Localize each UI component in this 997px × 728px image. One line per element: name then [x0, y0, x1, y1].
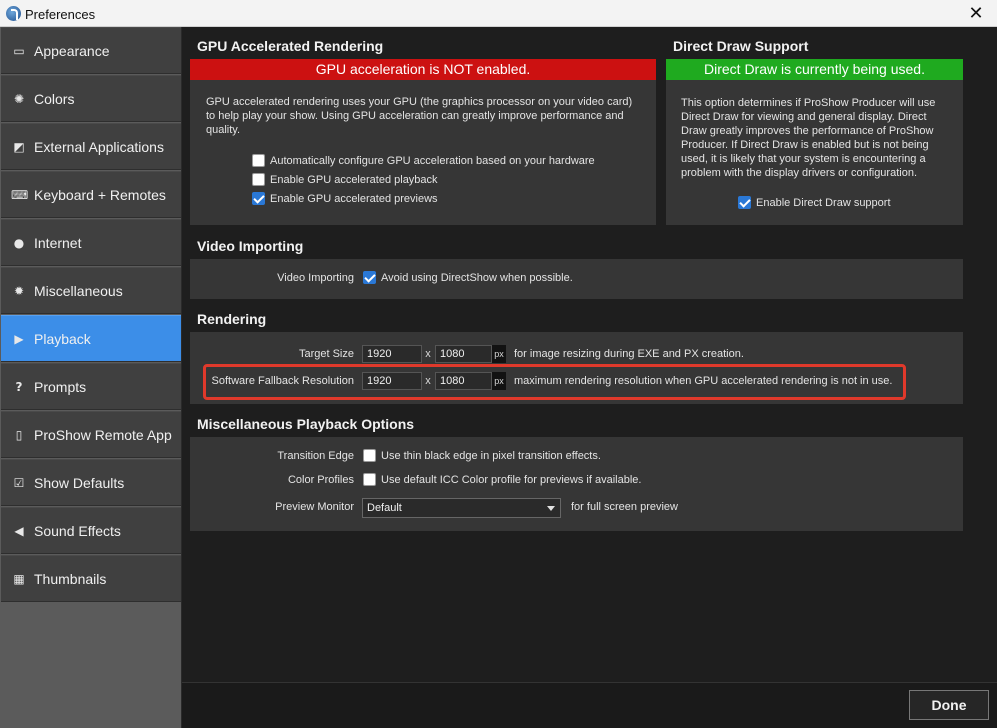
sidebar-item-sound-effects[interactable]: ◀ Sound Effects — [1, 507, 181, 554]
sidebar-item-label: Appearance — [34, 43, 110, 59]
color-profiles-checkbox[interactable] — [363, 473, 376, 486]
done-button[interactable]: Done — [909, 690, 989, 720]
thumbnail-icon: ▦ — [13, 572, 25, 586]
rendering-section-title: Rendering — [197, 311, 267, 327]
remote-icon: ▯ — [15, 428, 23, 442]
transition-edge-label: Transition Edge — [277, 450, 354, 462]
gpu-previews-checkbox[interactable] — [252, 192, 265, 205]
gpu-description: GPU accelerated rendering uses your GPU … — [206, 96, 633, 136]
question-icon: ? — [15, 380, 23, 394]
sidebar-item-external-applications[interactable]: ◩ External Applications — [1, 123, 181, 170]
transition-edge-option: Use thin black edge in pixel transition … — [381, 450, 601, 462]
close-icon[interactable]: ✕ — [959, 0, 993, 27]
direct-draw-description: This option determines if ProShow Produc… — [681, 97, 936, 179]
direct-draw-section-title: Direct Draw Support — [673, 38, 809, 54]
gear-icon: ✹ — [13, 284, 25, 298]
globe-icon: ● — [13, 236, 25, 250]
sidebar-item-label: Prompts — [34, 379, 87, 395]
preferences-content: GPU Accelerated Rendering GPU accelerati… — [182, 27, 997, 682]
unit-label: px — [492, 345, 506, 363]
speaker-icon: ◀ — [14, 524, 24, 538]
video-importing-section-title: Video Importing — [197, 238, 304, 254]
sidebar-item-label: Playback — [34, 331, 91, 347]
sidebar-item-label: Sound Effects — [34, 523, 121, 539]
direct-draw-label: Enable Direct Draw support — [756, 197, 891, 209]
sidebar-item-label: Miscellaneous — [34, 283, 123, 299]
preview-monitor-select[interactable]: Default — [362, 498, 561, 518]
sidebar-item-label: Colors — [34, 91, 75, 107]
sidebar-item-internet[interactable]: ● Internet — [1, 219, 181, 266]
window-icon: ▭ — [13, 44, 25, 58]
auto-configure-gpu-checkbox[interactable] — [252, 154, 265, 167]
video-importing-row-label: Video Importing — [277, 272, 354, 284]
auto-configure-gpu-label: Automatically configure GPU acceleration… — [270, 155, 595, 167]
preview-monitor-label: Preview Monitor — [275, 501, 354, 513]
sidebar-item-proshow-remote-app[interactable]: ▯ ProShow Remote App — [1, 411, 181, 458]
avoid-directshow-checkbox[interactable] — [363, 271, 376, 284]
palette-icon: ✺ — [13, 92, 25, 106]
sidebar-item-label: Keyboard + Remotes — [34, 187, 166, 203]
sidebar-item-appearance[interactable]: ▭ Appearance — [1, 27, 181, 74]
dimension-separator: x — [425, 348, 431, 360]
preview-monitor-value: Default — [367, 502, 402, 514]
chevron-down-icon — [547, 506, 555, 511]
rendering-panel: Target Size 1920 x 1080 px for image res… — [190, 332, 963, 404]
sidebar: ▭ Appearance ✺ Colors ◩ External Applica… — [0, 27, 182, 728]
target-height-input[interactable]: 1080 — [435, 345, 492, 363]
video-importing-panel: Video Importing Avoid using DirectShow w… — [190, 259, 963, 299]
sidebar-item-label: Show Defaults — [34, 475, 125, 491]
sidebar-item-label: Thumbnails — [34, 571, 107, 587]
gpu-previews-label: Enable GPU accelerated previews — [270, 193, 438, 205]
external-window-icon: ◩ — [13, 140, 25, 154]
gpu-panel: GPU accelerated rendering uses your GPU … — [190, 80, 656, 225]
sidebar-item-colors[interactable]: ✺ Colors — [1, 75, 181, 122]
gpu-status-banner: GPU acceleration is NOT enabled. — [190, 59, 656, 80]
app-logo-icon — [6, 6, 21, 21]
sidebar-item-label: Internet — [34, 235, 82, 251]
sidebar-item-label: ProShow Remote App — [34, 427, 172, 443]
sidebar-item-thumbnails[interactable]: ▦ Thumbnails — [1, 555, 181, 602]
target-size-note: for image resizing during EXE and PX cre… — [514, 348, 744, 360]
checkbox-icon: ☑ — [13, 476, 25, 490]
preview-monitor-note: for full screen preview — [571, 501, 678, 513]
gpu-playback-checkbox[interactable] — [252, 173, 265, 186]
transition-edge-checkbox[interactable] — [363, 449, 376, 462]
title-bar: Preferences ✕ — [0, 0, 997, 27]
direct-draw-panel: This option determines if ProShow Produc… — [666, 80, 963, 225]
sidebar-item-show-defaults[interactable]: ☑ Show Defaults — [1, 459, 181, 506]
direct-draw-status-banner: Direct Draw is currently being used. — [666, 59, 963, 80]
sidebar-item-miscellaneous[interactable]: ✹ Miscellaneous — [1, 267, 181, 314]
misc-playback-panel: Transition Edge Use thin black edge in p… — [190, 437, 963, 531]
direct-draw-checkbox[interactable] — [738, 196, 751, 209]
highlight-annotation — [203, 364, 906, 400]
misc-playback-section-title: Miscellaneous Playback Options — [197, 416, 415, 432]
sidebar-item-prompts[interactable]: ? Prompts — [1, 363, 181, 410]
gpu-section-title: GPU Accelerated Rendering — [197, 38, 384, 54]
play-icon: ▶ — [14, 332, 24, 346]
gpu-playback-label: Enable GPU accelerated playback — [270, 174, 438, 186]
keyboard-icon: ⌨ — [11, 188, 29, 202]
color-profiles-option: Use default ICC Color profile for previe… — [381, 474, 642, 486]
sidebar-item-playback[interactable]: ▶ Playback — [1, 315, 181, 362]
color-profiles-label: Color Profiles — [287, 474, 354, 486]
sidebar-item-keyboard-remotes[interactable]: ⌨ Keyboard + Remotes — [1, 171, 181, 218]
target-width-input[interactable]: 1920 — [362, 345, 422, 363]
window-title: Preferences — [25, 7, 96, 22]
sidebar-item-label: External Applications — [34, 139, 164, 155]
target-size-label: Target Size — [298, 348, 354, 360]
footer-bar: Done — [182, 682, 997, 728]
avoid-directshow-label: Avoid using DirectShow when possible. — [381, 272, 573, 284]
